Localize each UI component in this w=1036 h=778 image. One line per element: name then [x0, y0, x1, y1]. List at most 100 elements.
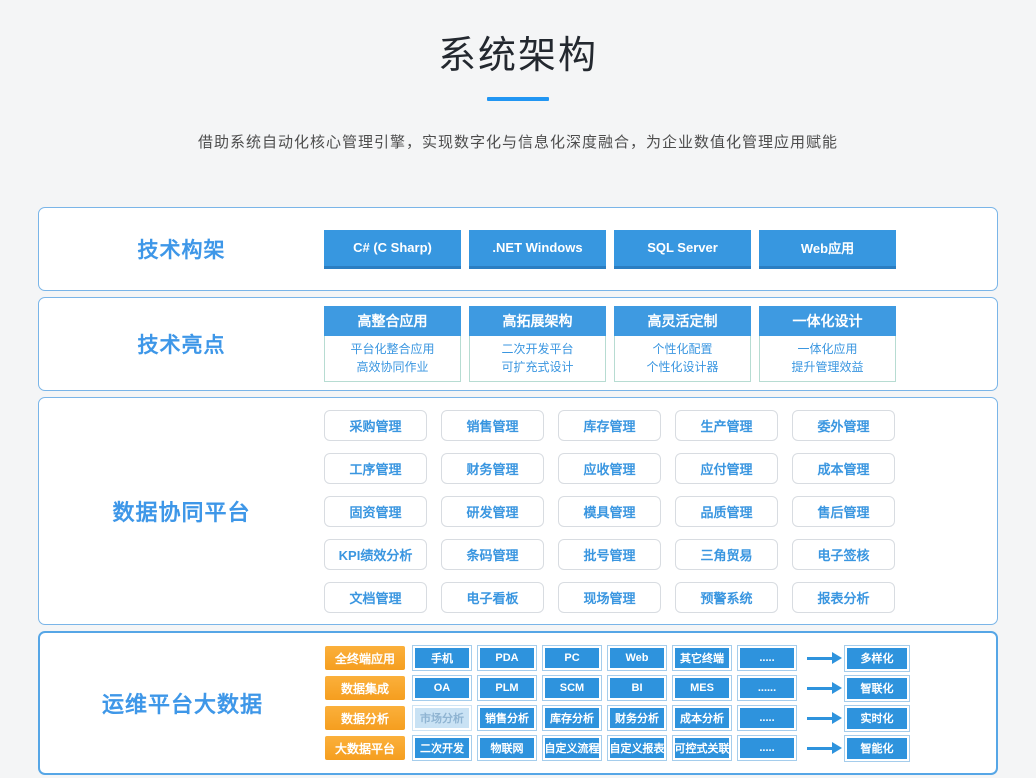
bigdata-item-button[interactable]: PC [543, 646, 601, 670]
highlight-card-line1: 一体化应用 [760, 340, 895, 358]
category-tag[interactable]: 大数据平台 [325, 736, 405, 760]
category-tag[interactable]: 数据集成 [325, 676, 405, 700]
section-platform: 数据协同平台 采购管理销售管理库存管理生产管理委外管理工序管理财务管理应收管理应… [38, 397, 998, 625]
tech-stack-button[interactable]: SQL Server [614, 230, 751, 269]
module-button[interactable]: 销售管理 [441, 410, 544, 441]
highlight-card-line2: 可扩充式设计 [470, 358, 605, 376]
bigdata-item-button[interactable]: 二次开发 [413, 736, 471, 760]
bigdata-item-button[interactable]: ...... [738, 676, 796, 700]
section-highlights: 技术亮点 高整合应用 平台化整合应用 高效协同作业 高拓展架构 二次开发平台 可… [38, 297, 998, 391]
bigdata-item-button[interactable]: 其它终端 [673, 646, 731, 670]
category-tag[interactable]: 全终端应用 [325, 646, 405, 670]
result-button[interactable]: 智能化 [845, 736, 909, 761]
tech-stack-button[interactable]: C# (C Sharp) [324, 230, 461, 269]
result-button[interactable]: 多样化 [845, 646, 909, 671]
module-button[interactable]: 固资管理 [324, 496, 427, 527]
bigdata-row-analysis: 数据分析 市场分析销售分析库存分析财务分析成本分析..... 实时化 [325, 706, 996, 731]
module-button[interactable]: 报表分析 [792, 582, 895, 613]
bigdata-item-button[interactable]: 成本分析 [673, 706, 731, 730]
bigdata-item-button[interactable]: PLM [478, 676, 536, 700]
module-button[interactable]: 工序管理 [324, 453, 427, 484]
module-button[interactable]: 电子签核 [792, 539, 895, 570]
highlight-card-line2: 提升管理效益 [760, 358, 895, 376]
bigdata-row-integration: 数据集成 OA PLM SCM BI MES...... 智联化 [325, 676, 996, 701]
bigdata-item-button[interactable]: ..... [738, 736, 796, 760]
section-tech-stack: 技术构架 C# (C Sharp).NET WindowsSQL ServerW… [38, 207, 998, 291]
right-arrow-icon [807, 717, 833, 720]
module-button[interactable]: KPI绩效分析 [324, 539, 427, 570]
bigdata-item-button[interactable]: 销售分析 [478, 706, 536, 730]
right-arrow-icon [807, 747, 833, 750]
bigdata-item-button[interactable]: 手机 [413, 646, 471, 670]
bigdata-row-platform: 大数据平台 二次开发物联网自定义流程自定义报表可控式关联..... 智能化 [325, 736, 996, 761]
title-underline [487, 97, 549, 101]
right-arrow-icon [807, 657, 833, 660]
section-label-tech-stack: 技术构架 [39, 234, 324, 264]
bigdata-item-button[interactable]: BI [608, 676, 666, 700]
module-button[interactable]: 应付管理 [675, 453, 778, 484]
module-button[interactable]: 电子看板 [441, 582, 544, 613]
highlight-card: 高整合应用 平台化整合应用 高效协同作业 [324, 306, 461, 382]
bigdata-item-button[interactable]: 可控式关联 [673, 736, 731, 760]
category-tag[interactable]: 数据分析 [325, 706, 405, 730]
module-button[interactable]: 批号管理 [558, 539, 661, 570]
highlight-card-body: 个性化配置 个性化设计器 [614, 336, 751, 382]
highlight-card: 一体化设计 一体化应用 提升管理效益 [759, 306, 896, 382]
bigdata-item-button[interactable]: MES [673, 676, 731, 700]
module-button[interactable]: 文档管理 [324, 582, 427, 613]
highlight-card-title: 一体化设计 [759, 306, 896, 336]
bigdata-item-button[interactable]: 自定义报表 [608, 736, 666, 760]
module-button[interactable]: 财务管理 [441, 453, 544, 484]
highlight-card-line2: 个性化设计器 [615, 358, 750, 376]
module-button[interactable]: 预警系统 [675, 582, 778, 613]
module-button[interactable]: 模具管理 [558, 496, 661, 527]
module-button[interactable]: 条码管理 [441, 539, 544, 570]
section-label-highlights: 技术亮点 [39, 329, 324, 359]
module-button[interactable]: 生产管理 [675, 410, 778, 441]
highlight-card-row: 高整合应用 平台化整合应用 高效协同作业 高拓展架构 二次开发平台 可扩充式设计… [324, 306, 997, 382]
module-grid: 采购管理销售管理库存管理生产管理委外管理工序管理财务管理应收管理应付管理成本管理… [324, 410, 997, 613]
module-button[interactable]: 售后管理 [792, 496, 895, 527]
bigdata-row-terminals: 全终端应用 手机 PDA PC Web 其它终端..... 多样化 [325, 646, 996, 671]
module-button[interactable]: 三角贸易 [675, 539, 778, 570]
bigdata-item-button[interactable]: 物联网 [478, 736, 536, 760]
highlight-card-line1: 个性化配置 [615, 340, 750, 358]
highlight-card-line1: 二次开发平台 [470, 340, 605, 358]
bigdata-item-button[interactable]: SCM [543, 676, 601, 700]
section-label-bigdata: 运维平台大数据 [40, 687, 325, 719]
result-button[interactable]: 智联化 [845, 676, 909, 701]
tech-stack-button[interactable]: .NET Windows [469, 230, 606, 269]
module-button[interactable]: 委外管理 [792, 410, 895, 441]
highlight-card-title: 高整合应用 [324, 306, 461, 336]
module-button[interactable]: 采购管理 [324, 410, 427, 441]
highlight-card-line2: 高效协同作业 [325, 358, 460, 376]
page-title: 系统架构 [0, 0, 1036, 79]
bigdata-item-button[interactable]: ..... [738, 706, 796, 730]
highlight-card-title: 高拓展架构 [469, 306, 606, 336]
bigdata-rows: 全终端应用 手机 PDA PC Web 其它终端..... 多样化 数据集成 OA PLM… [325, 646, 996, 761]
module-button[interactable]: 库存管理 [558, 410, 661, 441]
module-button[interactable]: 应收管理 [558, 453, 661, 484]
bigdata-item-button[interactable]: 自定义流程 [543, 736, 601, 760]
system-architecture-page: 系统架构 借助系统自动化核心管理引擎，实现数字化与信息化深度融合，为企业数值化管… [0, 0, 1036, 778]
bigdata-item-button[interactable]: PDA [478, 646, 536, 670]
highlight-card: 高灵活定制 个性化配置 个性化设计器 [614, 306, 751, 382]
bigdata-item-button[interactable]: Web [608, 646, 666, 670]
highlight-card-body: 二次开发平台 可扩充式设计 [469, 336, 606, 382]
bigdata-item-button[interactable]: 财务分析 [608, 706, 666, 730]
bigdata-item-button[interactable]: 市场分析 [413, 706, 471, 730]
module-button[interactable]: 品质管理 [675, 496, 778, 527]
highlight-card-line1: 平台化整合应用 [325, 340, 460, 358]
highlight-card-body: 一体化应用 提升管理效益 [759, 336, 896, 382]
module-button[interactable]: 现场管理 [558, 582, 661, 613]
section-label-platform: 数据协同平台 [39, 495, 324, 527]
tech-stack-button[interactable]: Web应用 [759, 230, 896, 269]
module-button[interactable]: 成本管理 [792, 453, 895, 484]
page-subtitle: 借助系统自动化核心管理引擎，实现数字化与信息化深度融合，为企业数值化管理应用赋能 [0, 131, 1036, 152]
result-button[interactable]: 实时化 [845, 706, 909, 731]
bigdata-item-button[interactable]: 库存分析 [543, 706, 601, 730]
bigdata-item-button[interactable]: ..... [738, 646, 796, 670]
module-button[interactable]: 研发管理 [441, 496, 544, 527]
highlight-card: 高拓展架构 二次开发平台 可扩充式设计 [469, 306, 606, 382]
bigdata-item-button[interactable]: OA [413, 676, 471, 700]
